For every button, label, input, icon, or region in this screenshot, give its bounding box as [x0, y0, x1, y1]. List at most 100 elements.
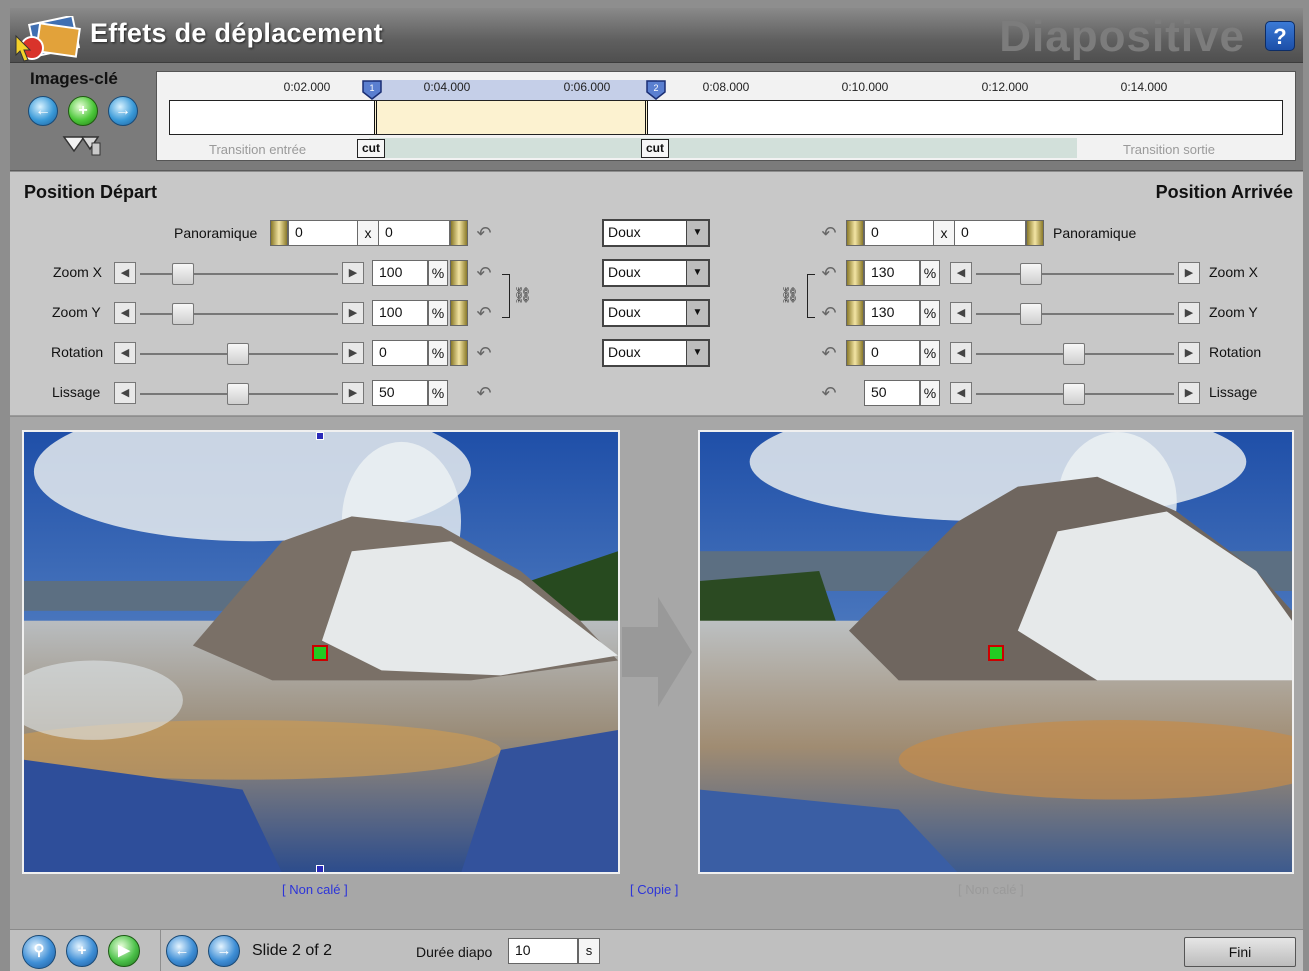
rotation-easing-select[interactable]: Doux ▼	[602, 339, 710, 367]
help-button[interactable]: ?	[1265, 21, 1295, 51]
end-center-marker[interactable]	[988, 645, 1004, 661]
reset-icon[interactable]: ↶	[473, 262, 495, 284]
end-status-link[interactable]: [ Non calé ]	[958, 882, 1024, 897]
slider-thumb[interactable]	[227, 343, 249, 365]
cut-label-end[interactable]: cut	[641, 139, 669, 158]
slider-thumb[interactable]	[172, 263, 194, 285]
slider-right-icon[interactable]: ▶	[1178, 302, 1200, 324]
timeline-track[interactable]	[169, 100, 1283, 135]
chain-link-icon[interactable]: ⛓	[780, 286, 799, 304]
duration-input[interactable]: 10	[508, 938, 578, 964]
next-slide-button[interactable]: →	[208, 935, 240, 967]
slider-thumb[interactable]	[1063, 383, 1085, 405]
end-zoom-x-slider[interactable]: ◀ ▶	[950, 262, 1200, 286]
end-smoothing-input[interactable]: 50	[864, 380, 920, 406]
slider-left-icon[interactable]: ◀	[950, 262, 972, 284]
start-zoom-y-input[interactable]: 100	[372, 300, 428, 326]
start-rotation-input[interactable]: 0	[372, 340, 428, 366]
zoom-in-button[interactable]: +	[66, 935, 98, 967]
reset-icon[interactable]: ↶	[473, 342, 495, 364]
start-smoothing-slider[interactable]: ◀ ▶	[114, 382, 364, 406]
start-rotation-slider[interactable]: ◀ ▶	[114, 342, 364, 366]
keyframe-marker-2[interactable]: 2	[645, 80, 667, 100]
cut-label-start[interactable]: cut	[357, 139, 385, 158]
timeline[interactable]: 0:02.000 0:04.000 0:06.000 0:08.000 0:10…	[156, 71, 1296, 161]
reset-icon[interactable]: ↶	[473, 302, 495, 324]
done-button[interactable]: Fini	[1184, 937, 1296, 967]
previous-keyframe-button[interactable]: ←	[28, 96, 58, 126]
slider-right-icon[interactable]: ▶	[342, 262, 364, 284]
zoom-y-easing-select[interactable]: Doux ▼	[602, 299, 710, 327]
slider-left-icon[interactable]: ◀	[950, 382, 972, 404]
timeline-selection[interactable]	[374, 101, 648, 134]
slider-right-icon[interactable]: ▶	[342, 342, 364, 364]
end-pan-key-toggle[interactable]	[846, 220, 864, 246]
reset-icon[interactable]: ↶	[818, 302, 840, 324]
slider-left-icon[interactable]: ◀	[114, 302, 136, 324]
start-pan-y-input[interactable]: 0	[378, 220, 450, 246]
reset-icon[interactable]: ↶	[473, 222, 495, 244]
end-preview-frame[interactable]	[698, 430, 1294, 874]
slider-right-icon[interactable]: ▶	[1178, 382, 1200, 404]
pan-easing-select[interactable]: Doux ▼	[602, 219, 710, 247]
previous-slide-button[interactable]: ←	[166, 935, 198, 967]
chevron-down-icon[interactable]: ▼	[686, 261, 708, 285]
start-smoothing-input[interactable]: 50	[372, 380, 428, 406]
chevron-down-icon[interactable]: ▼	[686, 341, 708, 365]
keyframe-marker-1[interactable]: 1	[361, 80, 383, 100]
reset-icon[interactable]: ↶	[818, 222, 840, 244]
end-rotation-key-toggle[interactable]	[846, 340, 864, 366]
end-pan-y-input[interactable]: 0	[954, 220, 1026, 246]
start-pan-key-toggle[interactable]	[270, 220, 288, 246]
start-zoom-x-slider[interactable]: ◀ ▶	[114, 262, 364, 286]
frame-handle-bottom[interactable]	[316, 865, 324, 872]
end-pan-x-input[interactable]: 0	[864, 220, 934, 246]
slider-thumb[interactable]	[1020, 303, 1042, 325]
zoom-x-easing-select[interactable]: Doux ▼	[602, 259, 710, 287]
add-keyframe-button[interactable]: +	[68, 96, 98, 126]
reset-icon[interactable]: ↶	[818, 262, 840, 284]
start-status-link[interactable]: [ Non calé ]	[282, 882, 348, 897]
end-zoom-y-key-toggle[interactable]	[846, 300, 864, 326]
start-zoom-y-slider[interactable]: ◀ ▶	[114, 302, 364, 326]
reset-icon[interactable]: ↶	[818, 342, 840, 364]
next-keyframe-button[interactable]: →	[108, 96, 138, 126]
slider-left-icon[interactable]: ◀	[950, 342, 972, 364]
end-smoothing-slider[interactable]: ◀ ▶	[950, 382, 1200, 406]
start-zoom-x-input[interactable]: 100	[372, 260, 428, 286]
slider-right-icon[interactable]: ▶	[1178, 262, 1200, 284]
end-zoom-x-input[interactable]: 130	[864, 260, 920, 286]
chain-link-icon[interactable]: ⛓	[513, 286, 532, 304]
frame-handle-top[interactable]	[316, 432, 324, 440]
copy-link[interactable]: [ Copie ]	[630, 882, 678, 897]
end-rotation-slider[interactable]: ◀ ▶	[950, 342, 1200, 366]
slider-thumb[interactable]	[172, 303, 194, 325]
start-preview-frame[interactable]	[22, 430, 620, 874]
slider-thumb[interactable]	[1020, 263, 1042, 285]
start-pan-y-key-toggle[interactable]	[450, 220, 468, 246]
start-zoom-y-key-toggle[interactable]	[450, 300, 468, 326]
zoom-fit-button[interactable]: ⚲	[22, 935, 56, 969]
end-zoom-y-slider[interactable]: ◀ ▶	[950, 302, 1200, 326]
slider-left-icon[interactable]: ◀	[114, 262, 136, 284]
start-zoom-x-key-toggle[interactable]	[450, 260, 468, 286]
slider-left-icon[interactable]: ◀	[114, 382, 136, 404]
slider-right-icon[interactable]: ▶	[342, 302, 364, 324]
slider-left-icon[interactable]: ◀	[950, 302, 972, 324]
play-preview-button[interactable]: ▶	[108, 935, 140, 967]
chevron-down-icon[interactable]: ▼	[686, 221, 708, 245]
reset-icon[interactable]: ↶	[818, 382, 840, 404]
slider-right-icon[interactable]: ▶	[1178, 342, 1200, 364]
end-zoom-y-input[interactable]: 130	[864, 300, 920, 326]
reset-icon[interactable]: ↶	[473, 382, 495, 404]
end-rotation-input[interactable]: 0	[864, 340, 920, 366]
start-center-marker[interactable]	[312, 645, 328, 661]
keyframe-copy-icon[interactable]	[62, 135, 104, 159]
slider-left-icon[interactable]: ◀	[114, 342, 136, 364]
end-pan-y-key-toggle[interactable]	[1026, 220, 1044, 246]
slider-thumb[interactable]	[227, 383, 249, 405]
start-rotation-key-toggle[interactable]	[450, 340, 468, 366]
slider-thumb[interactable]	[1063, 343, 1085, 365]
start-pan-x-input[interactable]: 0	[288, 220, 358, 246]
chevron-down-icon[interactable]: ▼	[686, 301, 708, 325]
